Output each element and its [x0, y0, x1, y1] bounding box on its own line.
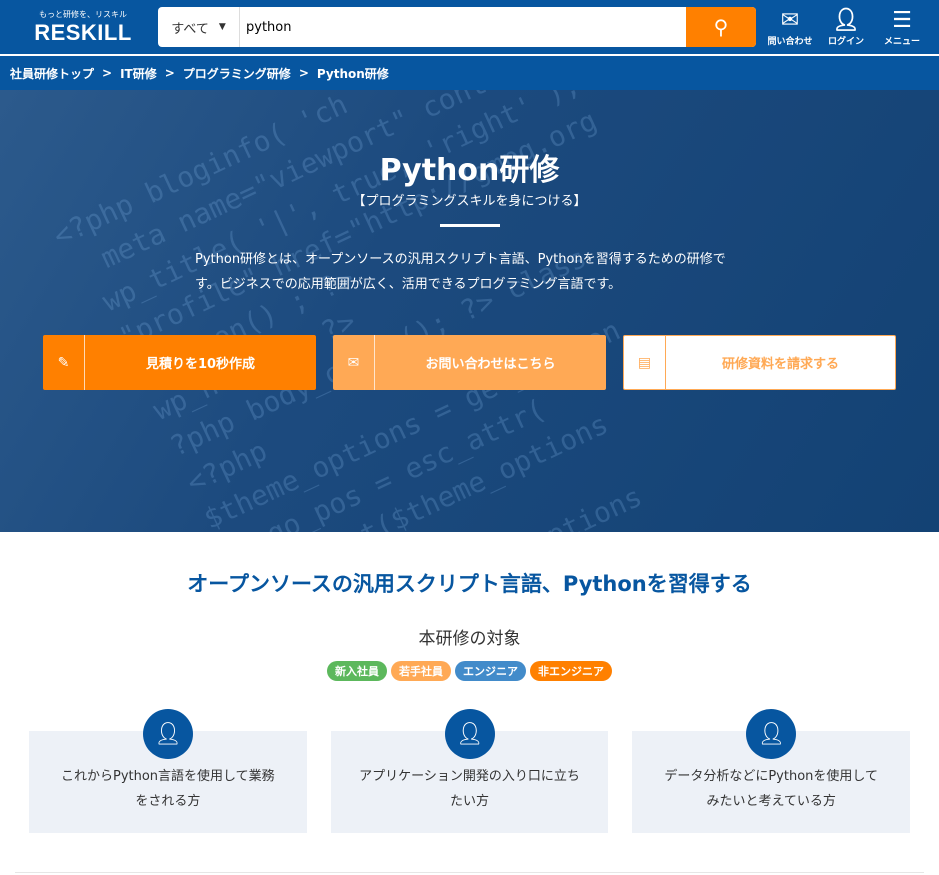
- card-text: たい方: [450, 794, 490, 809]
- document-icon: ▤: [624, 336, 666, 389]
- card-text: をされる方: [135, 794, 201, 809]
- contact-label: 問い合わせ: [767, 36, 813, 47]
- header: もっと研修を、リスキル RESKILL すべて ▼ ⚲ ✉ 問い合わせ 👤︎ ログイン…: [0, 0, 939, 56]
- section-heading: オープンソースの汎用スクリプト言語、Pythonを習得する: [187, 572, 752, 596]
- badge-new-employee: 新入社員: [327, 661, 387, 681]
- chevron-right-icon: >: [102, 66, 113, 80]
- user-icon: 👤︎: [143, 709, 193, 759]
- card-text: これからPython言語を使用して業務: [60, 769, 275, 784]
- target-heading: 本研修の対象: [418, 629, 521, 649]
- breadcrumb: 社員研修トップ > IT研修 > プログラミング研修 > Python研修: [0, 56, 939, 90]
- contact-link[interactable]: ✉ 問い合わせ: [762, 8, 818, 47]
- search-category-select[interactable]: すべて ▼: [158, 7, 240, 47]
- pencil-icon: ✎: [43, 335, 85, 390]
- search-category-value: すべて: [171, 21, 209, 37]
- inquiry-button[interactable]: ✉ お問い合わせはこちら: [333, 335, 606, 390]
- breadcrumb-current: Python研修: [316, 66, 389, 81]
- request-materials-button[interactable]: ▤ 研修資料を請求する: [623, 335, 896, 390]
- search-icon: ⚲: [713, 15, 729, 39]
- target-card: 👤︎ これからPython言語を使用して業務 をされる方: [29, 709, 307, 833]
- target-badges: 新入社員 若手社員 エンジニア 非エンジニア: [0, 661, 939, 681]
- breadcrumb-link[interactable]: IT研修: [120, 65, 157, 82]
- logo[interactable]: もっと研修を、リスキル RESKILL: [18, 9, 148, 46]
- estimate-label: 見積りを10秒作成: [145, 357, 256, 372]
- badge-young-employee: 若手社員: [391, 661, 451, 681]
- target-cards: 👤︎ これからPython言語を使用して業務 をされる方 👤︎ アプリケーション開発の…: [0, 709, 939, 833]
- breadcrumb-link[interactable]: プログラミング研修: [183, 65, 291, 82]
- target-card: 👤︎ データ分析などにPythonを使用して みたいと考えている方: [632, 709, 911, 833]
- user-icon: 👤︎: [832, 7, 860, 33]
- target-card: 👤︎ アプリケーション開発の入り口に立ち たい方: [330, 709, 609, 833]
- menu-label: メニュー: [883, 36, 920, 47]
- chevron-right-icon: >: [164, 66, 175, 80]
- logo-text: RESKILL: [34, 19, 132, 45]
- user-icon: 👤︎: [746, 709, 797, 759]
- badge-engineer: エンジニア: [455, 661, 526, 681]
- caret-down-icon: ▼: [218, 22, 226, 32]
- request-materials-label: 研修資料を請求する: [721, 357, 839, 372]
- user-icon: 👤︎: [444, 709, 495, 759]
- card-text: みたいと考えている方: [706, 794, 836, 809]
- menu-button[interactable]: ☰ メニュー: [874, 8, 930, 47]
- breadcrumb-link[interactable]: 社員研修トップ: [10, 65, 94, 82]
- login-link[interactable]: 👤︎ ログイン: [818, 8, 874, 47]
- envelope-icon: ✉: [333, 335, 375, 390]
- title-divider: [440, 224, 500, 227]
- search-button[interactable]: ⚲: [686, 7, 756, 47]
- card-text: データ分析などにPythonを使用して: [664, 769, 879, 784]
- card-text: アプリケーション開発の入り口に立ち: [359, 769, 580, 784]
- badge-non-engineer: 非エンジニア: [530, 661, 612, 681]
- inquiry-label: お問い合わせはこちら: [425, 357, 556, 372]
- hero: <?php bloginfo( 'ch meta name="viewport"…: [0, 90, 939, 532]
- page-subtitle: 【プログラミングスキルを身につける】: [352, 194, 587, 209]
- mail-icon: ✉: [780, 7, 800, 33]
- login-label: ログイン: [827, 36, 864, 47]
- chevron-right-icon: >: [298, 66, 309, 80]
- page-title: Python研修: [379, 153, 560, 188]
- hero-description: Python研修とは、オープンソースの汎用スクリプト言語、Pythonを習得する…: [195, 252, 726, 292]
- search-bar: すべて ▼ ⚲: [158, 7, 756, 47]
- menu-icon: ☰: [892, 7, 912, 33]
- search-input[interactable]: [240, 7, 686, 47]
- estimate-button[interactable]: ✎ 見積りを10秒作成: [43, 335, 316, 390]
- logo-tagline: もっと研修を、リスキル: [39, 9, 127, 19]
- divider: [15, 872, 924, 873]
